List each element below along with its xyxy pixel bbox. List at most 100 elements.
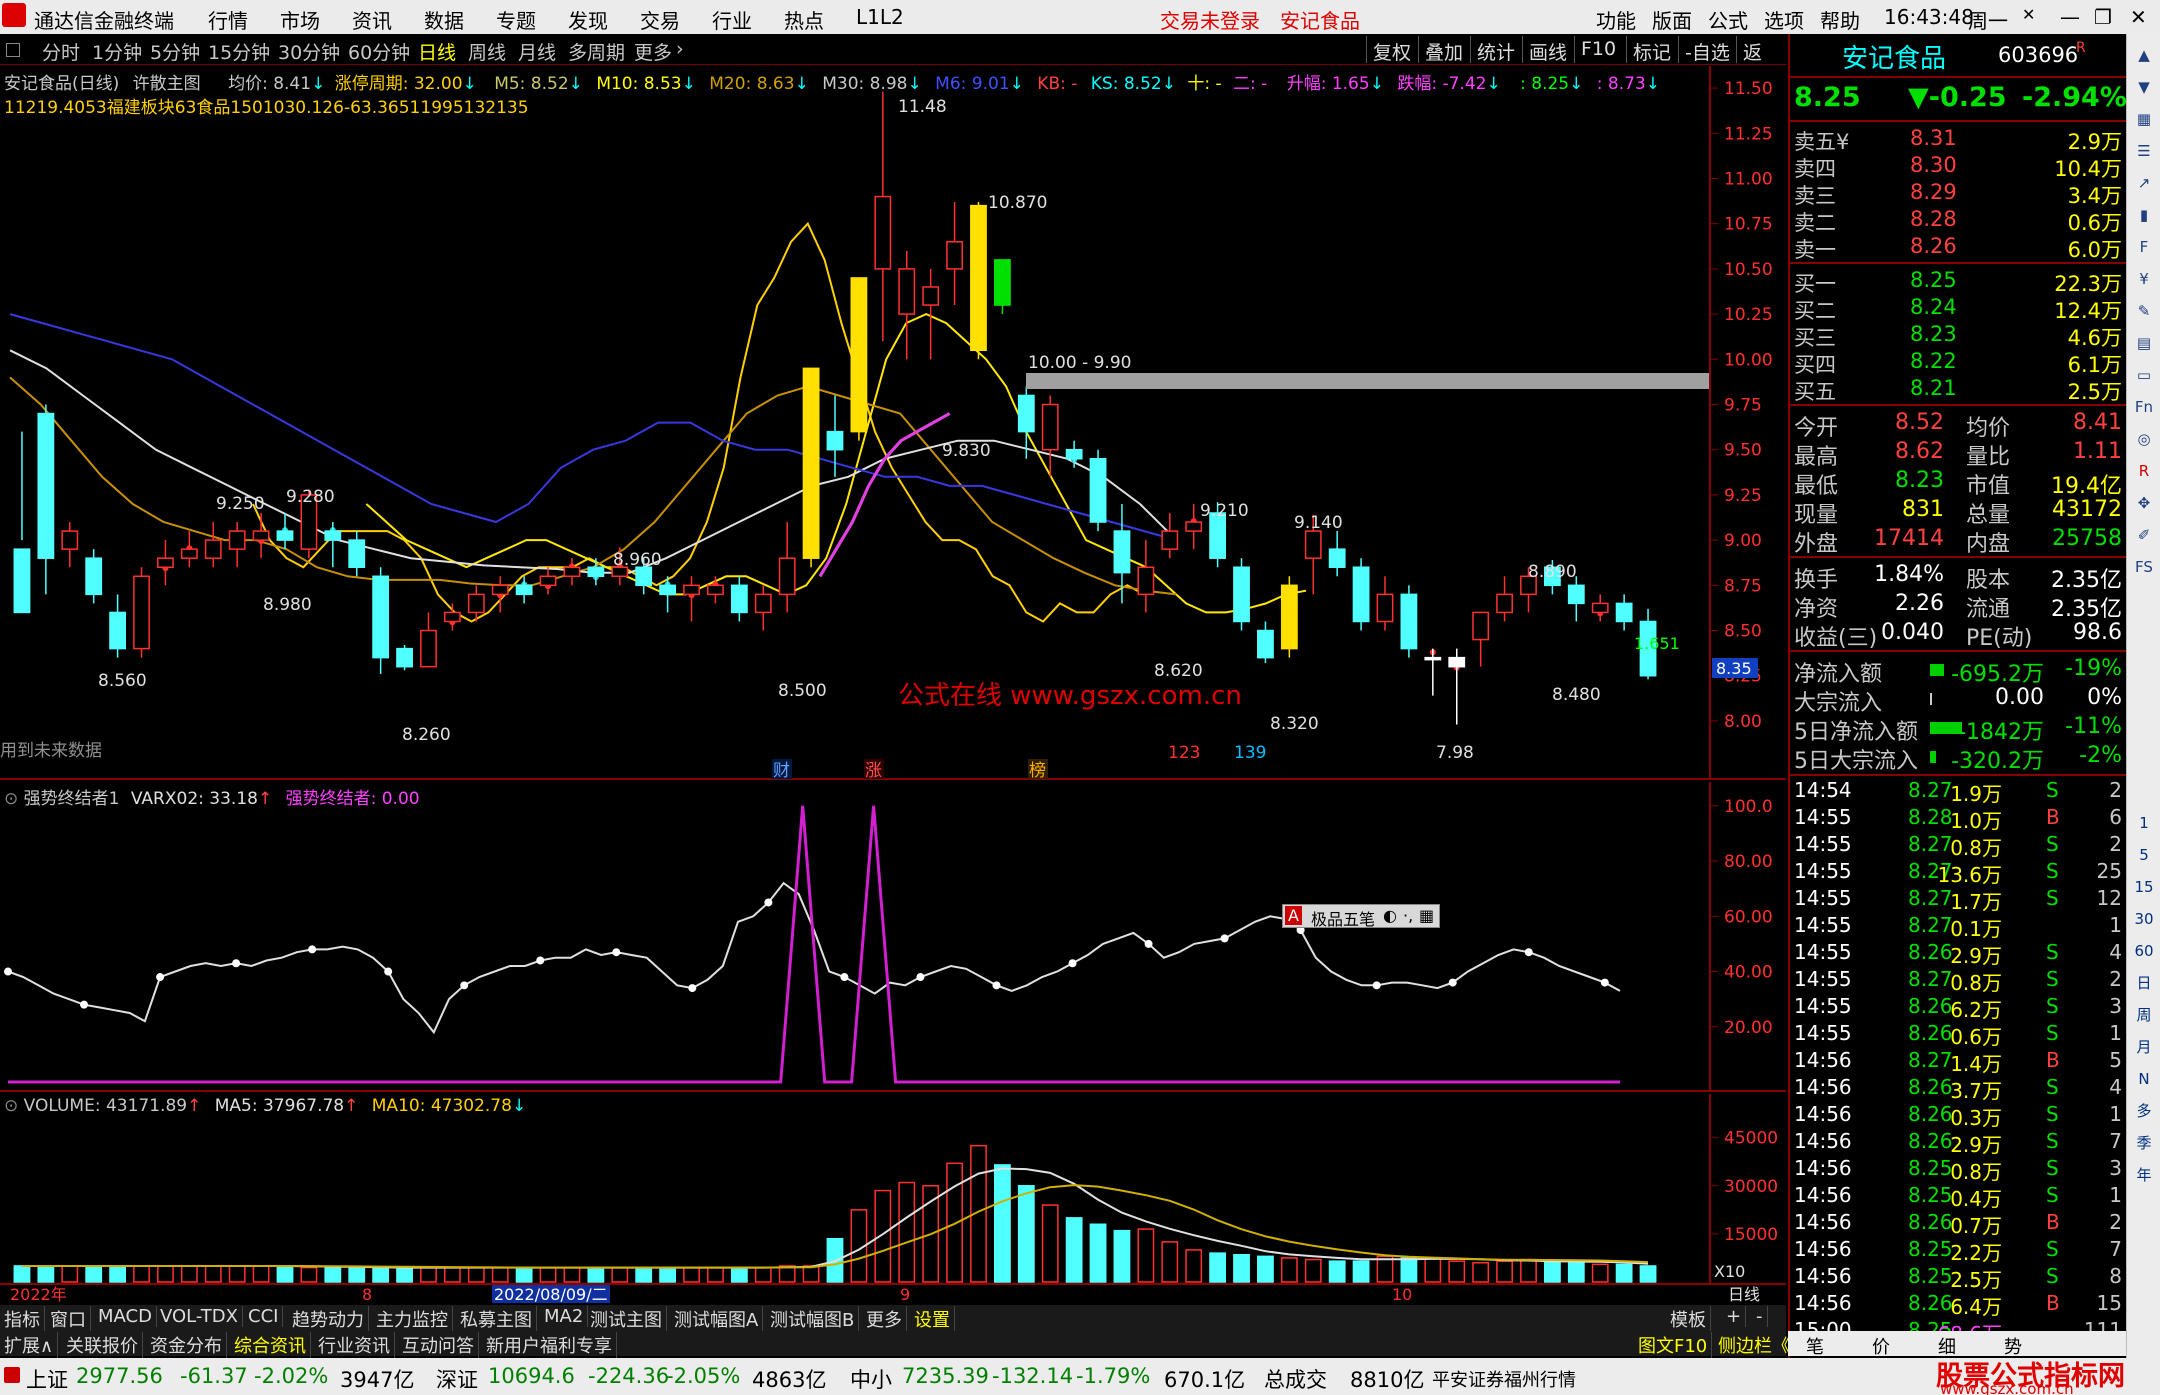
menu-item-l1l2[interactable]: L1L2 — [856, 5, 904, 29]
tab-fund-distribution[interactable]: 资金分布 — [146, 1332, 227, 1358]
period-tab-30min[interactable]: 30分钟 — [278, 38, 340, 65]
zx-label[interactable]: 中小 — [850, 1364, 892, 1394]
tab-more[interactable]: 更多 — [862, 1306, 907, 1332]
note-icon[interactable]: ✎ — [2131, 298, 2157, 324]
tab-general-info[interactable]: 综合资讯 — [230, 1332, 311, 1358]
menu-item-discover[interactable]: 发现 — [568, 5, 608, 34]
close-icon[interactable]: ✕ — [2130, 5, 2147, 29]
period-tab-15min[interactable]: 15分钟 — [208, 38, 270, 65]
tab-macd[interactable]: MACD — [94, 1306, 157, 1327]
ime-keyboard-icon[interactable]: ▦ — [1419, 906, 1434, 925]
side-period-11[interactable]: 年 — [2131, 1162, 2157, 1188]
fs-icon[interactable]: FS — [2131, 554, 2157, 580]
tab-industry-info[interactable]: 行业资讯 — [314, 1332, 395, 1358]
move-icon[interactable]: ✥ — [2131, 490, 2157, 516]
tab-price[interactable]: 价 — [1872, 1333, 1890, 1359]
period-tab-monthly[interactable]: 月线 — [518, 38, 556, 65]
period-tab-multi[interactable]: 多周期 — [568, 38, 625, 65]
menu-item-help[interactable]: 帮助 — [1820, 5, 1860, 34]
tab-qa[interactable]: 互动问答 — [398, 1332, 479, 1358]
period-tab-60min[interactable]: 60分钟 — [348, 38, 410, 65]
side-period-0[interactable]: 1 — [2131, 810, 2157, 836]
tab-main-monitor[interactable]: 主力监控 — [372, 1306, 453, 1332]
up-arrow-icon[interactable]: ▲ — [2131, 42, 2157, 68]
grid2-icon[interactable]: ▤ — [2131, 330, 2157, 356]
restore-rights-button[interactable]: 复权 — [1366, 36, 1417, 64]
side-period-5[interactable]: 日 — [2131, 970, 2157, 996]
tab-trend-power[interactable]: 趋势动力 — [288, 1306, 369, 1332]
tab-test-main[interactable]: 测试主图 — [586, 1306, 667, 1332]
candle-icon[interactable]: ▮ — [2131, 202, 2157, 228]
tab-vol-tdx[interactable]: VOL-TDX — [156, 1306, 243, 1327]
template-button[interactable]: 模板 — [1666, 1306, 1711, 1332]
menu-item-function[interactable]: 功能 — [1596, 5, 1636, 34]
minimize-icon[interactable]: — — [2060, 5, 2080, 29]
close-x-icon[interactable]: ✕ — [2022, 5, 2035, 24]
ime-moon-icon[interactable]: ◐ — [1383, 906, 1397, 925]
restore-icon[interactable]: ❐ — [2094, 5, 2112, 29]
oscillator-pane[interactable]: ⊙ 强势终结者1 VARX02: 33.18↑ 强势终结者: 0.00 100.… — [0, 782, 1786, 1092]
side-period-9[interactable]: 多 — [2131, 1098, 2157, 1124]
back-button[interactable]: 返回 — [1736, 36, 1786, 91]
chart-icon[interactable]: ↗ — [2131, 170, 2157, 196]
menu-item-quote[interactable]: 行情 — [208, 5, 248, 34]
fin-icon[interactable]: ¥ — [2131, 266, 2157, 292]
doc-icon[interactable]: ▭ — [2131, 362, 2157, 388]
menu-item-layout[interactable]: 版面 — [1652, 5, 1692, 34]
event-marker-rank[interactable]: 榜 — [1029, 761, 1046, 780]
checkbox-icon[interactable] — [6, 43, 20, 57]
menu-item-formula[interactable]: 公式 — [1708, 5, 1748, 34]
f10-icon[interactable]: F — [2131, 234, 2157, 260]
period-tab-1min[interactable]: 1分钟 — [92, 38, 142, 65]
side-period-4[interactable]: 60 — [2131, 938, 2157, 964]
tab-private-main[interactable]: 私募主图 — [456, 1306, 537, 1332]
side-period-7[interactable]: 月 — [2131, 1034, 2157, 1060]
down-arrow-icon[interactable]: ▼ — [2131, 74, 2157, 100]
statistics-button[interactable]: 统计 — [1470, 36, 1521, 64]
trade-login-status[interactable]: 交易未登录 — [1160, 5, 1260, 34]
tab-indicator[interactable]: 指标 — [0, 1306, 45, 1332]
volume-pane[interactable]: ⊙ VOLUME: 43171.89↑ MA5: 37967.78↑ MA10:… — [0, 1094, 1786, 1304]
tab-test-sub-a[interactable]: 测试幅图A — [670, 1306, 764, 1332]
overlay-button[interactable]: 叠加 — [1418, 36, 1469, 64]
menu-item-industry[interactable]: 行业 — [712, 5, 752, 34]
side-period-8[interactable]: N — [2131, 1066, 2157, 1092]
event-marker-finance[interactable]: 财 — [773, 761, 790, 780]
tab-f10-graphic[interactable]: 图文F10 — [1634, 1332, 1713, 1358]
zoom-in-button[interactable]: + — [1722, 1306, 1747, 1327]
draw-line-button[interactable]: 画线 — [1522, 36, 1573, 64]
period-tab-daily[interactable]: 日线 — [418, 38, 456, 65]
zoom-out-button[interactable]: - — [1752, 1306, 1768, 1327]
ime-dot-icon[interactable]: ·, — [1403, 906, 1413, 925]
sh-label[interactable]: 上证 — [26, 1364, 68, 1394]
circle-icon[interactable]: ◎ — [2131, 426, 2157, 452]
sz-label[interactable]: 深证 — [436, 1364, 478, 1394]
ime-toolbar[interactable]: A 极品五笔 ◐ ·, ▦ — [1282, 904, 1440, 929]
pen-icon[interactable]: ✐ — [2131, 522, 2157, 548]
side-period-1[interactable]: 5 — [2131, 842, 2157, 868]
period-tab-5min[interactable]: 5分钟 — [150, 38, 200, 65]
tab-related-quotes[interactable]: 关联报价 — [62, 1332, 143, 1358]
rsi-icon[interactable]: R — [2131, 458, 2157, 484]
kline-pane[interactable]: 安记食品(日线) 许散主图 均价: 8.41↓ 涨停周期: 32.00↓ M5:… — [0, 66, 1786, 780]
menu-item-news[interactable]: 资讯 — [352, 5, 392, 34]
mark-button[interactable]: 标记 — [1626, 36, 1677, 64]
event-marker-limitup[interactable]: 涨 — [865, 761, 882, 780]
tab-settings[interactable]: 设置 — [910, 1306, 955, 1332]
menu-item-trade[interactable]: 交易 — [640, 5, 680, 34]
remove-watchlist-button[interactable]: -自选 — [1678, 36, 1736, 64]
side-period-2[interactable]: 15 — [2131, 874, 2157, 900]
menu-item-market[interactable]: 市场 — [280, 5, 320, 34]
chevron-right-icon[interactable]: › — [676, 38, 684, 60]
side-period-3[interactable]: 30 — [2131, 906, 2157, 932]
tab-window[interactable]: 窗口 — [46, 1306, 91, 1332]
period-tab-weekly[interactable]: 周线 — [468, 38, 506, 65]
menu-item-data[interactable]: 数据 — [424, 5, 464, 34]
menu-item-hot[interactable]: 热点 — [784, 5, 824, 34]
period-tab-more[interactable]: 更多 — [634, 38, 672, 65]
tab-cci[interactable]: CCI — [244, 1306, 284, 1327]
tab-expand[interactable]: 扩展∧ — [0, 1332, 59, 1358]
f-icon[interactable]: Fn — [2131, 394, 2157, 420]
menu-item-options[interactable]: 选项 — [1764, 5, 1804, 34]
tab-sidebar[interactable]: 侧边栏《 — [1714, 1332, 1795, 1358]
